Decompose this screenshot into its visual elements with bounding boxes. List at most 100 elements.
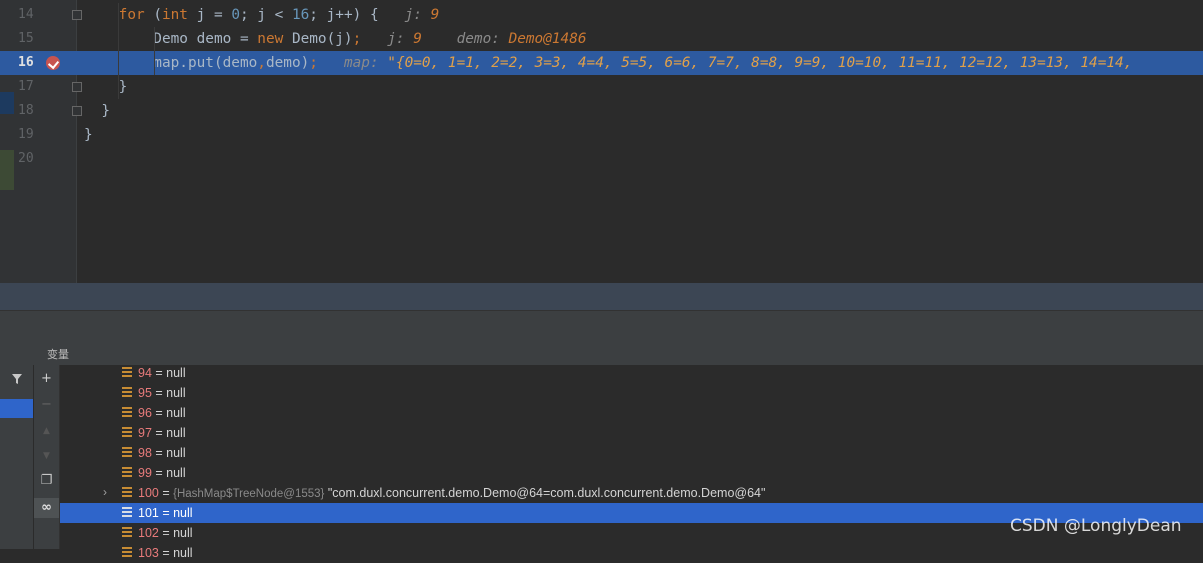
code-line[interactable]: 17 } [0, 75, 1203, 99]
variable-equals: = null [151, 386, 186, 400]
variable-text: 103 = null [138, 546, 193, 560]
field-icon [122, 387, 132, 398]
variable-text: 101 = null [138, 506, 193, 520]
code-token: demo) [265, 55, 310, 71]
variable-key: 100 [138, 486, 159, 500]
line-number: 19 [18, 127, 34, 142]
line-number: 17 [18, 79, 34, 94]
code-line[interactable]: 14 for (int j = 0; j < 16; j++) { j: 9 [0, 3, 1203, 27]
variable-row[interactable]: 97 = null [60, 423, 1203, 443]
code-line[interactable]: 15 Demo demo = new Demo(j); j: 9 demo: D… [0, 27, 1203, 51]
watch-glasses-icon[interactable]: ∞ [34, 498, 59, 518]
variable-row[interactable]: 94 = null [60, 363, 1203, 383]
code-text: } [84, 79, 128, 95]
inline-debug-value: map: [343, 55, 388, 71]
variable-equals: = null [151, 406, 186, 420]
variable-row[interactable]: 103 = null [60, 543, 1203, 563]
code-line[interactable]: 16 map.put(demo,demo); map: "{0=0, 1=1, … [0, 51, 1203, 75]
inline-debug-value: "{0=0, 1=1, 2=2, 3=3, 4=4, 5=5, 6=6, 7=7… [387, 55, 1133, 71]
code-token: } [84, 103, 110, 119]
line-number: 20 [18, 151, 34, 166]
move-down-button[interactable]: ▼ [34, 446, 59, 466]
variable-text: 94 = null [138, 366, 186, 380]
code-text: } [84, 103, 110, 119]
line-number: 15 [18, 31, 34, 46]
fold-marker-icon[interactable] [72, 82, 82, 92]
remove-watch-button[interactable]: − [34, 395, 59, 415]
watermark: CSDN @LonglyDean [1010, 516, 1182, 536]
code-line[interactable]: 19} [0, 123, 1203, 147]
code-editor[interactable]: 14 for (int j = 0; j < 16; j++) { j: 9 15… [0, 0, 1203, 283]
field-icon [122, 367, 132, 378]
code-token: , [257, 55, 266, 71]
variable-key: 99 [138, 466, 152, 480]
debug-left-sidebar [0, 365, 34, 549]
variable-row[interactable]: 99 = null [60, 463, 1203, 483]
variable-equals: = null [158, 546, 193, 560]
field-icon [122, 447, 132, 458]
code-line[interactable]: 18 } [0, 99, 1203, 123]
variables-toolbar: + − ▲ ▼ ❐ ∞ [34, 365, 60, 549]
field-icon [122, 467, 132, 478]
line-number: 14 [18, 7, 34, 22]
variables-title: 变量 [47, 348, 69, 361]
variable-key: 95 [138, 386, 152, 400]
field-icon [122, 507, 132, 518]
variable-text: 100 = {HashMap$TreeNode@1553} "com.duxl.… [138, 486, 765, 500]
variable-key: 96 [138, 406, 152, 420]
field-icon [122, 527, 132, 538]
move-up-button[interactable]: ▲ [34, 421, 59, 441]
code-line[interactable]: 20 [0, 147, 1203, 171]
code-token: Demo demo = [84, 31, 258, 47]
variable-equals: = null [158, 506, 193, 520]
copy-icon[interactable]: ❐ [34, 471, 59, 491]
code-token: 0 [231, 7, 240, 23]
debug-panel-header [0, 310, 1203, 341]
variable-key: 103 [138, 546, 159, 560]
variable-row[interactable]: › 100 = {HashMap$TreeNode@1553} "com.duxl… [60, 483, 1203, 503]
variable-key: 98 [138, 446, 152, 460]
code-token: new [257, 31, 284, 47]
expand-arrow-icon[interactable]: › [103, 485, 107, 499]
variable-row[interactable]: 95 = null [60, 383, 1203, 403]
field-icon [122, 407, 132, 418]
inline-debug-value: Demo@1486 [508, 31, 587, 47]
fold-marker-icon[interactable] [72, 106, 82, 116]
variable-key: 102 [138, 526, 159, 540]
filter-icon[interactable] [4, 372, 29, 392]
variable-text: 95 = null [138, 386, 186, 400]
editor-panel-splitter[interactable] [0, 283, 1203, 310]
fold-marker-icon[interactable] [72, 10, 82, 20]
breakpoint-icon[interactable] [46, 56, 60, 70]
variable-equals: = null [151, 446, 186, 460]
variable-equals: = null [151, 366, 186, 380]
code-text: } [84, 127, 93, 143]
inline-debug-value: 9 [413, 31, 422, 47]
code-token: ; j++) { [309, 7, 396, 23]
code-token: ; j < [239, 7, 292, 23]
code-token: } [84, 79, 128, 95]
variable-value: "com.duxl.concurrent.demo.Demo@64=com.du… [324, 486, 766, 500]
code-token: } [84, 127, 93, 143]
code-token: map.put(demo [84, 55, 258, 71]
variable-text: 102 = null [138, 526, 193, 540]
variable-key: 94 [138, 366, 152, 380]
code-text: map.put(demo,demo); map: "{0=0, 1=1, 2=2… [84, 55, 1132, 71]
variable-equals: = null [151, 426, 186, 440]
field-icon [122, 487, 132, 498]
inline-debug-value: j: [378, 31, 414, 47]
variable-row[interactable]: 96 = null [60, 403, 1203, 423]
code-token: ; [352, 31, 362, 47]
variable-text: 96 = null [138, 406, 186, 420]
line-number: 18 [18, 103, 34, 118]
code-text: Demo demo = new Demo(j); j: 9 demo: Demo… [84, 31, 587, 47]
inline-debug-value: j: [395, 7, 431, 23]
line-number: 16 [18, 55, 34, 70]
frame-selected-row[interactable] [0, 399, 33, 418]
variable-text: 99 = null [138, 466, 186, 480]
add-watch-button[interactable]: + [34, 369, 59, 389]
variable-row[interactable]: 98 = null [60, 443, 1203, 463]
